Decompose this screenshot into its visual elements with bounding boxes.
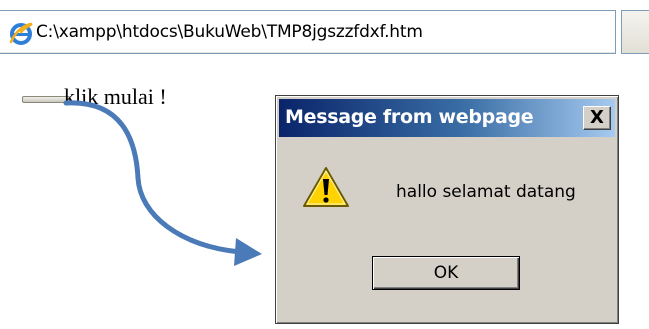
close-button[interactable]: X xyxy=(583,106,611,130)
dialog-title: Message from webpage xyxy=(285,106,534,128)
warning-icon xyxy=(303,167,349,207)
ok-button-label: OK xyxy=(433,263,459,283)
dialog-titlebar[interactable]: Message from webpage X xyxy=(279,99,615,137)
page-text: klik mulai ! xyxy=(64,84,167,109)
address-url: C:\xampp\htdocs\BukuWeb\TMP8jgszzfdxf.ht… xyxy=(36,22,423,42)
address-go-button[interactable] xyxy=(621,10,649,54)
close-icon: X xyxy=(590,107,604,128)
address-bar: C:\xampp\htdocs\BukuWeb\TMP8jgszzfdxf.ht… xyxy=(0,0,649,60)
page-button[interactable] xyxy=(22,96,70,103)
message-dialog: Message from webpage X hallo selamat dat… xyxy=(275,95,619,324)
dialog-message: hallo selamat datang xyxy=(396,182,576,202)
ok-button[interactable]: OK xyxy=(372,256,520,290)
internet-explorer-icon xyxy=(9,22,33,45)
address-field[interactable]: C:\xampp\htdocs\BukuWeb\TMP8jgszzfdxf.ht… xyxy=(0,10,616,54)
